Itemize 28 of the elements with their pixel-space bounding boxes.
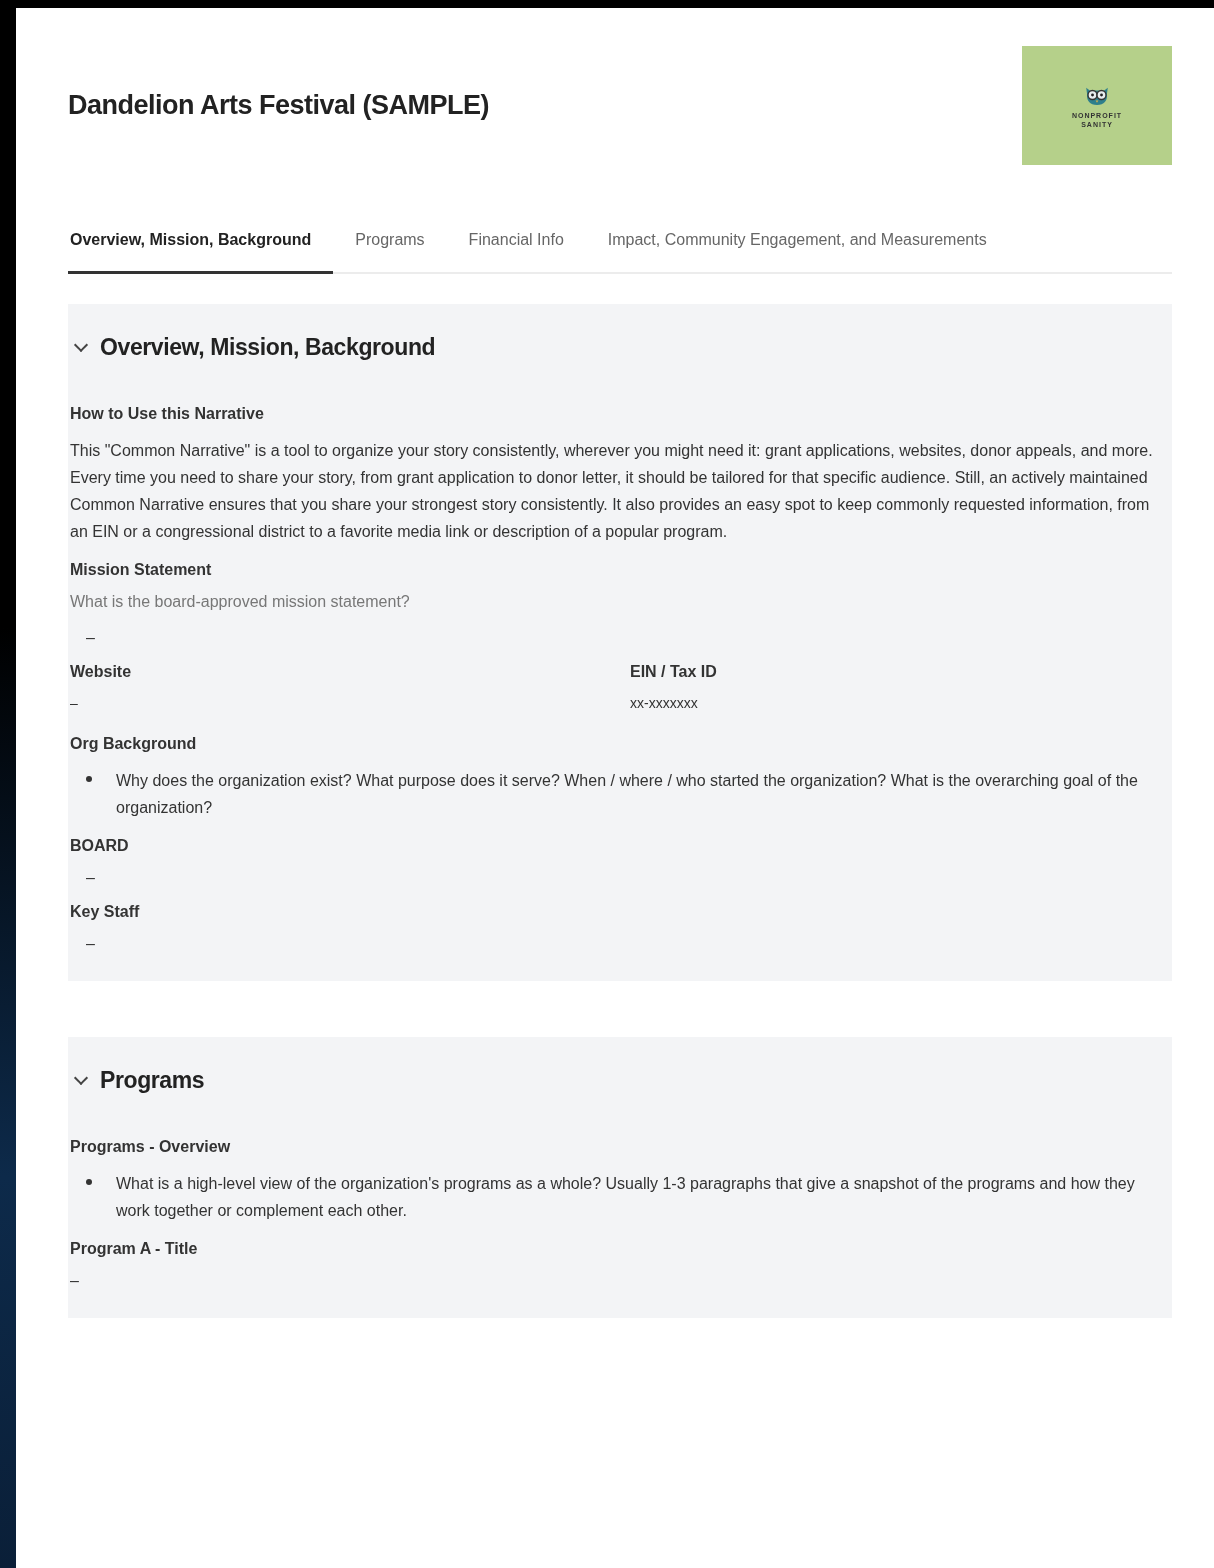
- field-label: Program A - Title: [70, 1240, 199, 1258]
- bullet-icon: [86, 1179, 92, 1185]
- field-label: Programs - Overview: [70, 1138, 232, 1156]
- field-value: –: [85, 629, 96, 647]
- tab[interactable]: Programs: [333, 217, 447, 274]
- hint-text: What is the board-approved mission statement?: [70, 593, 411, 611]
- field-label: Key Staff: [70, 903, 141, 921]
- tab[interactable]: Overview, Mission, Background: [68, 217, 334, 274]
- section-heading: Programs: [100, 1067, 205, 1094]
- field-value: –: [85, 869, 96, 887]
- page-title: Dandelion Arts Festival (SAMPLE): [68, 90, 490, 121]
- section-heading: Overview, Mission, Background: [100, 334, 436, 361]
- field-label: EIN / Tax ID: [630, 663, 718, 681]
- bullet-text: What is a high-level view of the organization's programs as a whole? Usually 1-3 paragraphs that give a snapshot of the programs and how they work together or complement each other.: [116, 1174, 1136, 1221]
- field-label: Org Background: [70, 735, 198, 753]
- paragraph: This "Common Narrative" is a tool to organize your story consistently, wherever you might need it: grant applications, websites, donor appeals, and more. Every time you need to share your story, from grant application to donor letter, it should be tailored for that specific audience. Still, an actively maintained Common Narrative ensures that you share your strongest story consistently. It also provides an easy spot to keep commonly requested information, from an EIN or a congressional district to a favorite media link or description of a popular program.: [70, 441, 1154, 542]
- bullet-icon: [86, 776, 92, 782]
- field-value: –: [70, 695, 79, 711]
- field-value: –: [70, 1272, 80, 1290]
- field-label: Mission Statement: [70, 561, 213, 579]
- field-value: –: [85, 935, 96, 953]
- field-value: xx-xxxxxxx: [630, 695, 699, 711]
- field-label: How to Use this Narrative: [70, 405, 265, 423]
- tab[interactable]: Impact, Community Engagement, and Measurements: [585, 217, 1009, 274]
- bullet-text: Why does the organization exist? What purpose does it serve? When / where / who started the organization? What is the overarching goal of the organization?: [116, 771, 1139, 818]
- field-label: Website: [70, 663, 133, 681]
- field-label: BOARD: [70, 837, 130, 855]
- tab[interactable]: Financial Info: [446, 217, 586, 274]
